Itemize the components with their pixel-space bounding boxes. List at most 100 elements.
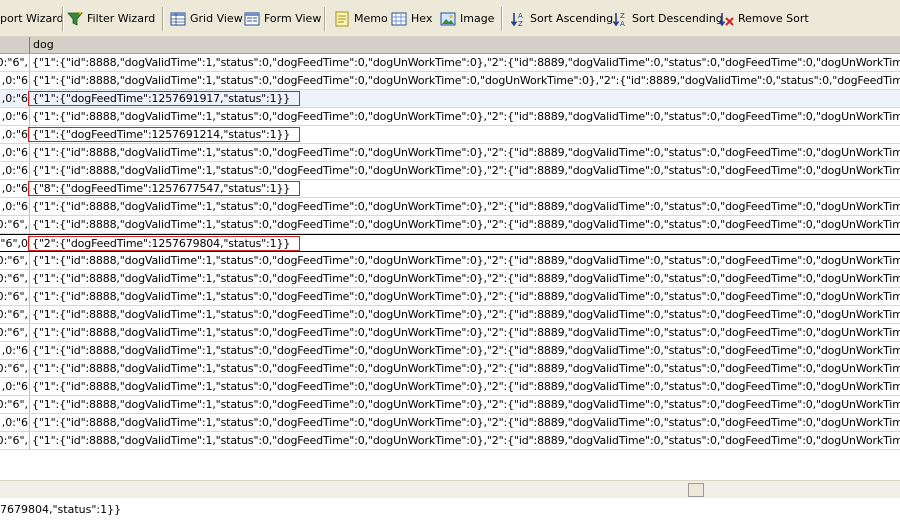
sort-ascending-button[interactable]: A Z Sort Ascending (510, 8, 613, 30)
dog-cell[interactable]: {"1":{"id":8888,"dogValidTime":1,"status… (32, 162, 900, 179)
row-prefix-cell[interactable]: 6":0, (0, 90, 30, 107)
dog-cell[interactable]: {"1":{"id":8888,"dogValidTime":1,"status… (32, 108, 900, 125)
dog-cell[interactable]: {"1":{"id":8888,"dogValidTime":1,"status… (32, 252, 900, 269)
table-row[interactable]: 6":0, {"1":{"id":8888,"dogValidTime":1,"s… (0, 162, 900, 180)
table-row[interactable]: 6":0, {"1":{"id":8888,"dogValidTime":1,"s… (0, 342, 900, 360)
row-prefix-cell[interactable]: 6":0, (0, 342, 30, 359)
dog-cell[interactable]: {"1":{"id":8888,"dogValidTime":1,"status… (32, 144, 900, 161)
table-row[interactable]: ,"6":0{"1":{"id":8888,"dogValidTime":1,"… (0, 324, 900, 342)
row-prefix-cell[interactable]: ,"6":0 (0, 270, 30, 287)
memo-button[interactable]: Memo (334, 8, 388, 30)
form-view-button[interactable]: Form View (244, 8, 321, 30)
table-row[interactable]: ,"6":0{"1":{"id":8888,"dogValidTime":1,"… (0, 54, 900, 72)
dog-cell[interactable]: {"1":{"id":8888,"dogValidTime":1,"status… (32, 216, 900, 233)
row-indicator-header (0, 37, 30, 53)
dog-cell[interactable]: {"1":{"id":8888,"dogValidTime":1,"status… (32, 414, 900, 431)
table-row[interactable]: 6":0, {"1":{"id":8888,"dogValidTime":1,"s… (0, 144, 900, 162)
sort-ascending-label: Sort Ascending (530, 12, 614, 25)
dog-cell[interactable]: {"1":{"id":8888,"dogValidTime":1,"status… (32, 270, 900, 287)
svg-text:Z: Z (620, 12, 625, 20)
sort-ascending-icon: A Z (510, 12, 523, 27)
row-prefix-cell[interactable]: ,"6":0 (0, 360, 30, 377)
filter-wizard-icon (67, 12, 83, 26)
table-row[interactable]: ,"6":0{"1":{"id":8888,"dogValidTime":1,"… (0, 270, 900, 288)
grid-view-icon (170, 12, 186, 26)
filter-wizard-label: Filter Wizard (87, 12, 156, 25)
memo-icon (335, 11, 349, 27)
row-prefix-cell[interactable]: ,"6":0 (0, 396, 30, 413)
table-row[interactable]: 6":0, {"1":{"id":8888,"dogValidTime":1,"s… (0, 108, 900, 126)
remove-sort-label: Remove Sort (738, 12, 809, 25)
table-row[interactable]: ,"6":0{"1":{"id":8888,"dogValidTime":1,"… (0, 288, 900, 306)
form-view-icon (244, 12, 260, 26)
row-prefix-cell[interactable]: 6":0, (0, 72, 30, 89)
dog-cell[interactable]: {"1":{"id":8888,"dogValidTime":1,"status… (32, 342, 900, 359)
highlight-box (28, 127, 300, 142)
hex-icon (391, 12, 407, 26)
table-row[interactable]: ,"6":0,{"1":{"id":8888,"dogValidTime":1,… (0, 216, 900, 234)
dog-cell[interactable]: {"1":{"id":8888,"dogValidTime":1,"status… (32, 72, 900, 89)
table-row[interactable]: 6":0, {"1":{"id":8888,"dogValidTime":1,"s… (0, 378, 900, 396)
dog-cell[interactable]: {"1":{"id":8888,"dogValidTime":1,"status… (32, 360, 900, 377)
form-view-label: Form View (264, 12, 322, 25)
row-prefix-cell[interactable]: 6":0, (0, 180, 30, 197)
sort-descending-button[interactable]: Z A Sort Descending (612, 8, 723, 30)
remove-sort-button[interactable]: Remove Sort (718, 8, 809, 30)
dog-cell[interactable]: {"1":{"id":8888,"dogValidTime":1,"status… (32, 324, 900, 341)
export-wizard-button[interactable]: port Wizard (0, 8, 64, 30)
row-prefix-cell[interactable]: 6":0, (0, 126, 30, 143)
table-row[interactable]: ,"6":0{"1":{"id":8888,"dogValidTime":1,"… (0, 396, 900, 414)
table-row[interactable]: 6":0, {"1":{"dogFeedTime":1257691917,"sta… (0, 90, 900, 108)
dog-cell[interactable]: {"1":{"id":8888,"dogValidTime":1,"status… (32, 378, 900, 395)
memo-label: Memo (354, 12, 388, 25)
row-prefix-cell[interactable]: ,"6":0, (0, 216, 30, 233)
row-prefix-cell[interactable]: ,"6":0 (0, 324, 30, 341)
table-row[interactable]: 6":0, {"1":{"id":8888,"dogValidTime":1,"s… (0, 198, 900, 216)
memo-text: 7679804,"status":1}} (0, 503, 122, 516)
toolbar-separator (324, 7, 326, 31)
hex-label: Hex (411, 12, 433, 25)
row-prefix-cell[interactable]: 0,"6": (0, 235, 30, 251)
row-prefix-cell[interactable]: ,"6":0 (0, 54, 30, 71)
row-prefix-cell[interactable]: 6":0, (0, 378, 30, 395)
row-prefix-cell[interactable]: 6":0, (0, 144, 30, 161)
horizontal-scrollbar[interactable] (0, 480, 900, 499)
row-prefix-cell[interactable]: 6":0, (0, 198, 30, 215)
export-wizard-label: port Wizard (0, 12, 64, 25)
grid-view-label: Grid View (190, 12, 243, 25)
table-row[interactable]: 6":0, {"1":{"dogFeedTime":1257691214,"sta… (0, 126, 900, 144)
table-row[interactable]: ,"6":0{"1":{"id":8888,"dogValidTime":1,"… (0, 360, 900, 378)
table-row[interactable]: 6":0, {"1":{"id":8888,"dogValidTime":1,"s… (0, 414, 900, 432)
toolbar: port Wizard Filter Wizard Grid View Form… (0, 0, 900, 37)
dog-cell[interactable]: {"1":{"id":8888,"dogValidTime":1,"status… (32, 432, 900, 449)
memo-panel[interactable]: 7679804,"status":1}} (0, 498, 900, 527)
dog-cell[interactable]: {"1":{"id":8888,"dogValidTime":1,"status… (32, 54, 900, 71)
table-row[interactable]: ,"6":0{"1":{"id":8888,"dogValidTime":1,"… (0, 306, 900, 324)
dog-cell[interactable]: {"1":{"id":8888,"dogValidTime":1,"status… (32, 198, 900, 215)
row-prefix-cell[interactable]: 6":0, (0, 162, 30, 179)
table-row[interactable]: 0,"6":{"2":{"dogFeedTime":1257679804,"st… (0, 234, 900, 252)
table-row[interactable]: ,"6":0{"1":{"id":8888,"dogValidTime":1,"… (0, 432, 900, 450)
dog-cell[interactable]: {"1":{"id":8888,"dogValidTime":1,"status… (32, 288, 900, 305)
row-prefix-cell[interactable]: 6":0, (0, 414, 30, 431)
image-button[interactable]: Image (440, 8, 494, 30)
dog-cell[interactable]: {"1":{"id":8888,"dogValidTime":1,"status… (32, 396, 900, 413)
scrollbar-thumb[interactable] (688, 483, 704, 497)
table-row[interactable]: 6":0, {"1":{"id":8888,"dogValidTime":1,"s… (0, 72, 900, 90)
grid-view-button[interactable]: Grid View (170, 8, 243, 30)
image-icon (440, 12, 456, 26)
sort-descending-icon: Z A (612, 12, 625, 27)
column-header-dog[interactable]: dog (31, 37, 54, 53)
highlight-box (28, 91, 300, 106)
table-row[interactable]: ,"6":0{"1":{"id":8888,"dogValidTime":1,"… (0, 252, 900, 270)
row-prefix-cell[interactable]: ,"6":0 (0, 288, 30, 305)
hex-button[interactable]: Hex (391, 8, 432, 30)
row-prefix-cell[interactable]: ,"6":0 (0, 306, 30, 323)
dog-cell[interactable]: {"1":{"id":8888,"dogValidTime":1,"status… (32, 306, 900, 323)
row-prefix-cell[interactable]: ,"6":0 (0, 432, 30, 449)
row-prefix-cell[interactable]: ,"6":0 (0, 252, 30, 269)
row-prefix-cell[interactable]: 6":0, (0, 108, 30, 125)
highlight-box (28, 236, 300, 251)
table-row[interactable]: 6":0, {"8":{"dogFeedTime":1257677547,"sta… (0, 180, 900, 198)
filter-wizard-button[interactable]: Filter Wizard (67, 8, 155, 30)
